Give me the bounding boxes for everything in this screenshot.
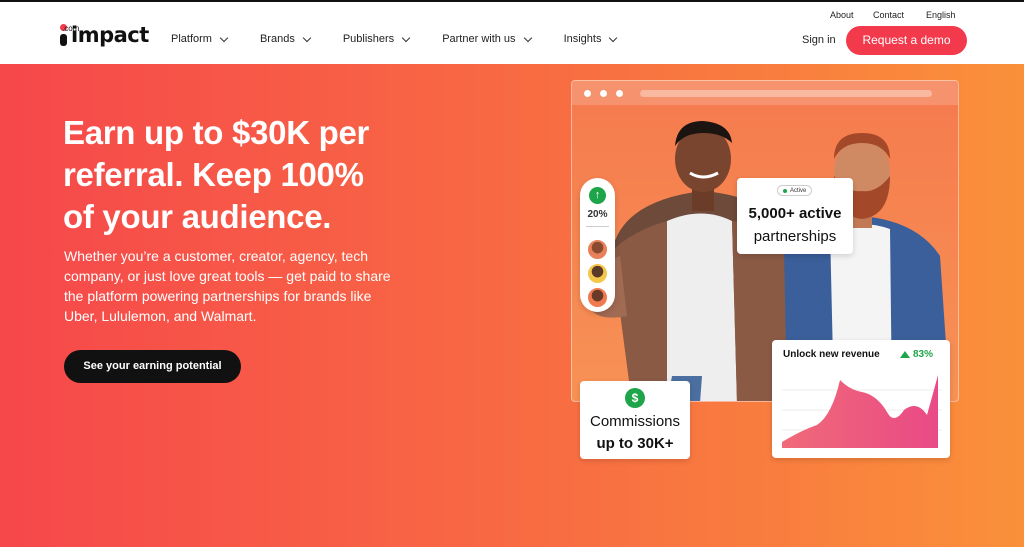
logo-domain: .com xyxy=(62,24,80,33)
logo-wordmark: impact xyxy=(71,23,149,47)
partnerships-line1: 5,000+ active xyxy=(748,205,842,222)
active-badge-label: Active xyxy=(790,187,807,194)
commission-line1: Commissions xyxy=(589,413,680,430)
growth-widget: ↑ 20% xyxy=(580,178,615,312)
commission-card: $ Commissions up to 30K+ xyxy=(580,381,690,459)
hero-headline: Earn up to $30K per referral. Keep 100% … xyxy=(63,114,370,235)
hero-subtext: Whether you’re a customer, creator, agen… xyxy=(64,248,391,324)
nav-platform-label: Platform xyxy=(171,33,212,45)
nav-publishers-label: Publishers xyxy=(342,33,395,45)
nav-partner-with-us[interactable]: Partner with us xyxy=(442,33,532,45)
sign-in-link[interactable]: Sign in xyxy=(802,34,836,46)
nav-insights-label: Insights xyxy=(563,33,602,45)
growth-percent: 20% xyxy=(587,209,608,220)
chevron-down-icon xyxy=(401,33,411,42)
commission-line2: up to 30K+ xyxy=(596,435,674,452)
nav-partner-label: Partner with us xyxy=(442,33,516,45)
chevron-down-icon xyxy=(219,33,229,42)
avatar xyxy=(586,286,609,309)
nav-brands[interactable]: Brands xyxy=(259,33,312,45)
contact-link[interactable]: Contact xyxy=(873,10,904,20)
revenue-percent: 83% xyxy=(913,349,934,360)
request-demo-button[interactable]: Request a demo xyxy=(846,26,967,55)
top-navigation: impact .com Platform Brands Publishers P… xyxy=(0,0,1024,64)
earning-potential-button[interactable]: See your earning potential xyxy=(64,350,241,383)
language-selector[interactable]: English xyxy=(926,10,956,20)
revenue-card: Unlock new revenue 83% xyxy=(772,340,950,458)
main-nav: Platform Brands Publishers Partner with … xyxy=(171,33,649,45)
chevron-down-icon xyxy=(609,33,618,42)
dollar-icon: $ xyxy=(625,388,645,408)
revenue-area-chart xyxy=(782,375,942,448)
triangle-up-icon xyxy=(900,351,910,358)
avatar xyxy=(586,238,609,261)
partnerships-card: Active 5,000+ active partnerships xyxy=(737,178,853,254)
nav-insights[interactable]: Insights xyxy=(563,33,618,45)
revenue-title: Unlock new revenue xyxy=(783,349,880,360)
about-link[interactable]: About xyxy=(830,10,854,20)
status-dot-icon xyxy=(783,188,787,193)
divider xyxy=(586,226,609,227)
chevron-down-icon xyxy=(302,33,312,42)
up-arrow-icon: ↑ xyxy=(589,187,606,204)
partnerships-line2: partnerships xyxy=(753,228,837,245)
nav-publishers[interactable]: Publishers xyxy=(342,33,411,45)
chevron-down-icon xyxy=(523,33,532,42)
active-badge: Active xyxy=(777,185,813,196)
nav-brands-label: Brands xyxy=(259,33,295,45)
nav-platform[interactable]: Platform xyxy=(171,33,229,45)
avatar xyxy=(586,262,609,285)
